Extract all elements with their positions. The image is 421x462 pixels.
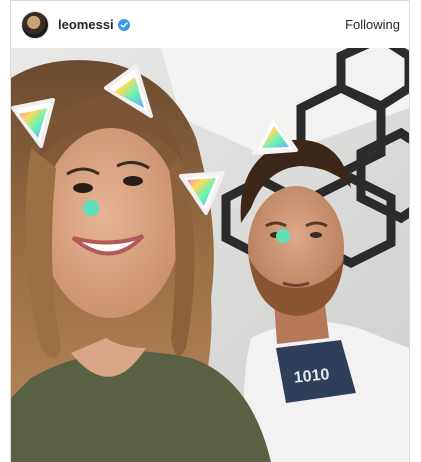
username-link[interactable]: leomessi [58, 17, 114, 32]
post-photo[interactable]: 1010 [11, 48, 409, 462]
filter-nose-man [276, 229, 290, 243]
avatar[interactable] [21, 10, 49, 39]
post-header: leomessi Following [11, 1, 409, 49]
selfie-photo-illustration: 1010 [11, 48, 409, 462]
following-button[interactable]: Following [345, 17, 400, 32]
filter-nose-woman [83, 200, 99, 216]
verified-badge-icon [117, 18, 130, 31]
instagram-post-card: leomessi Following 1010 [10, 0, 410, 462]
